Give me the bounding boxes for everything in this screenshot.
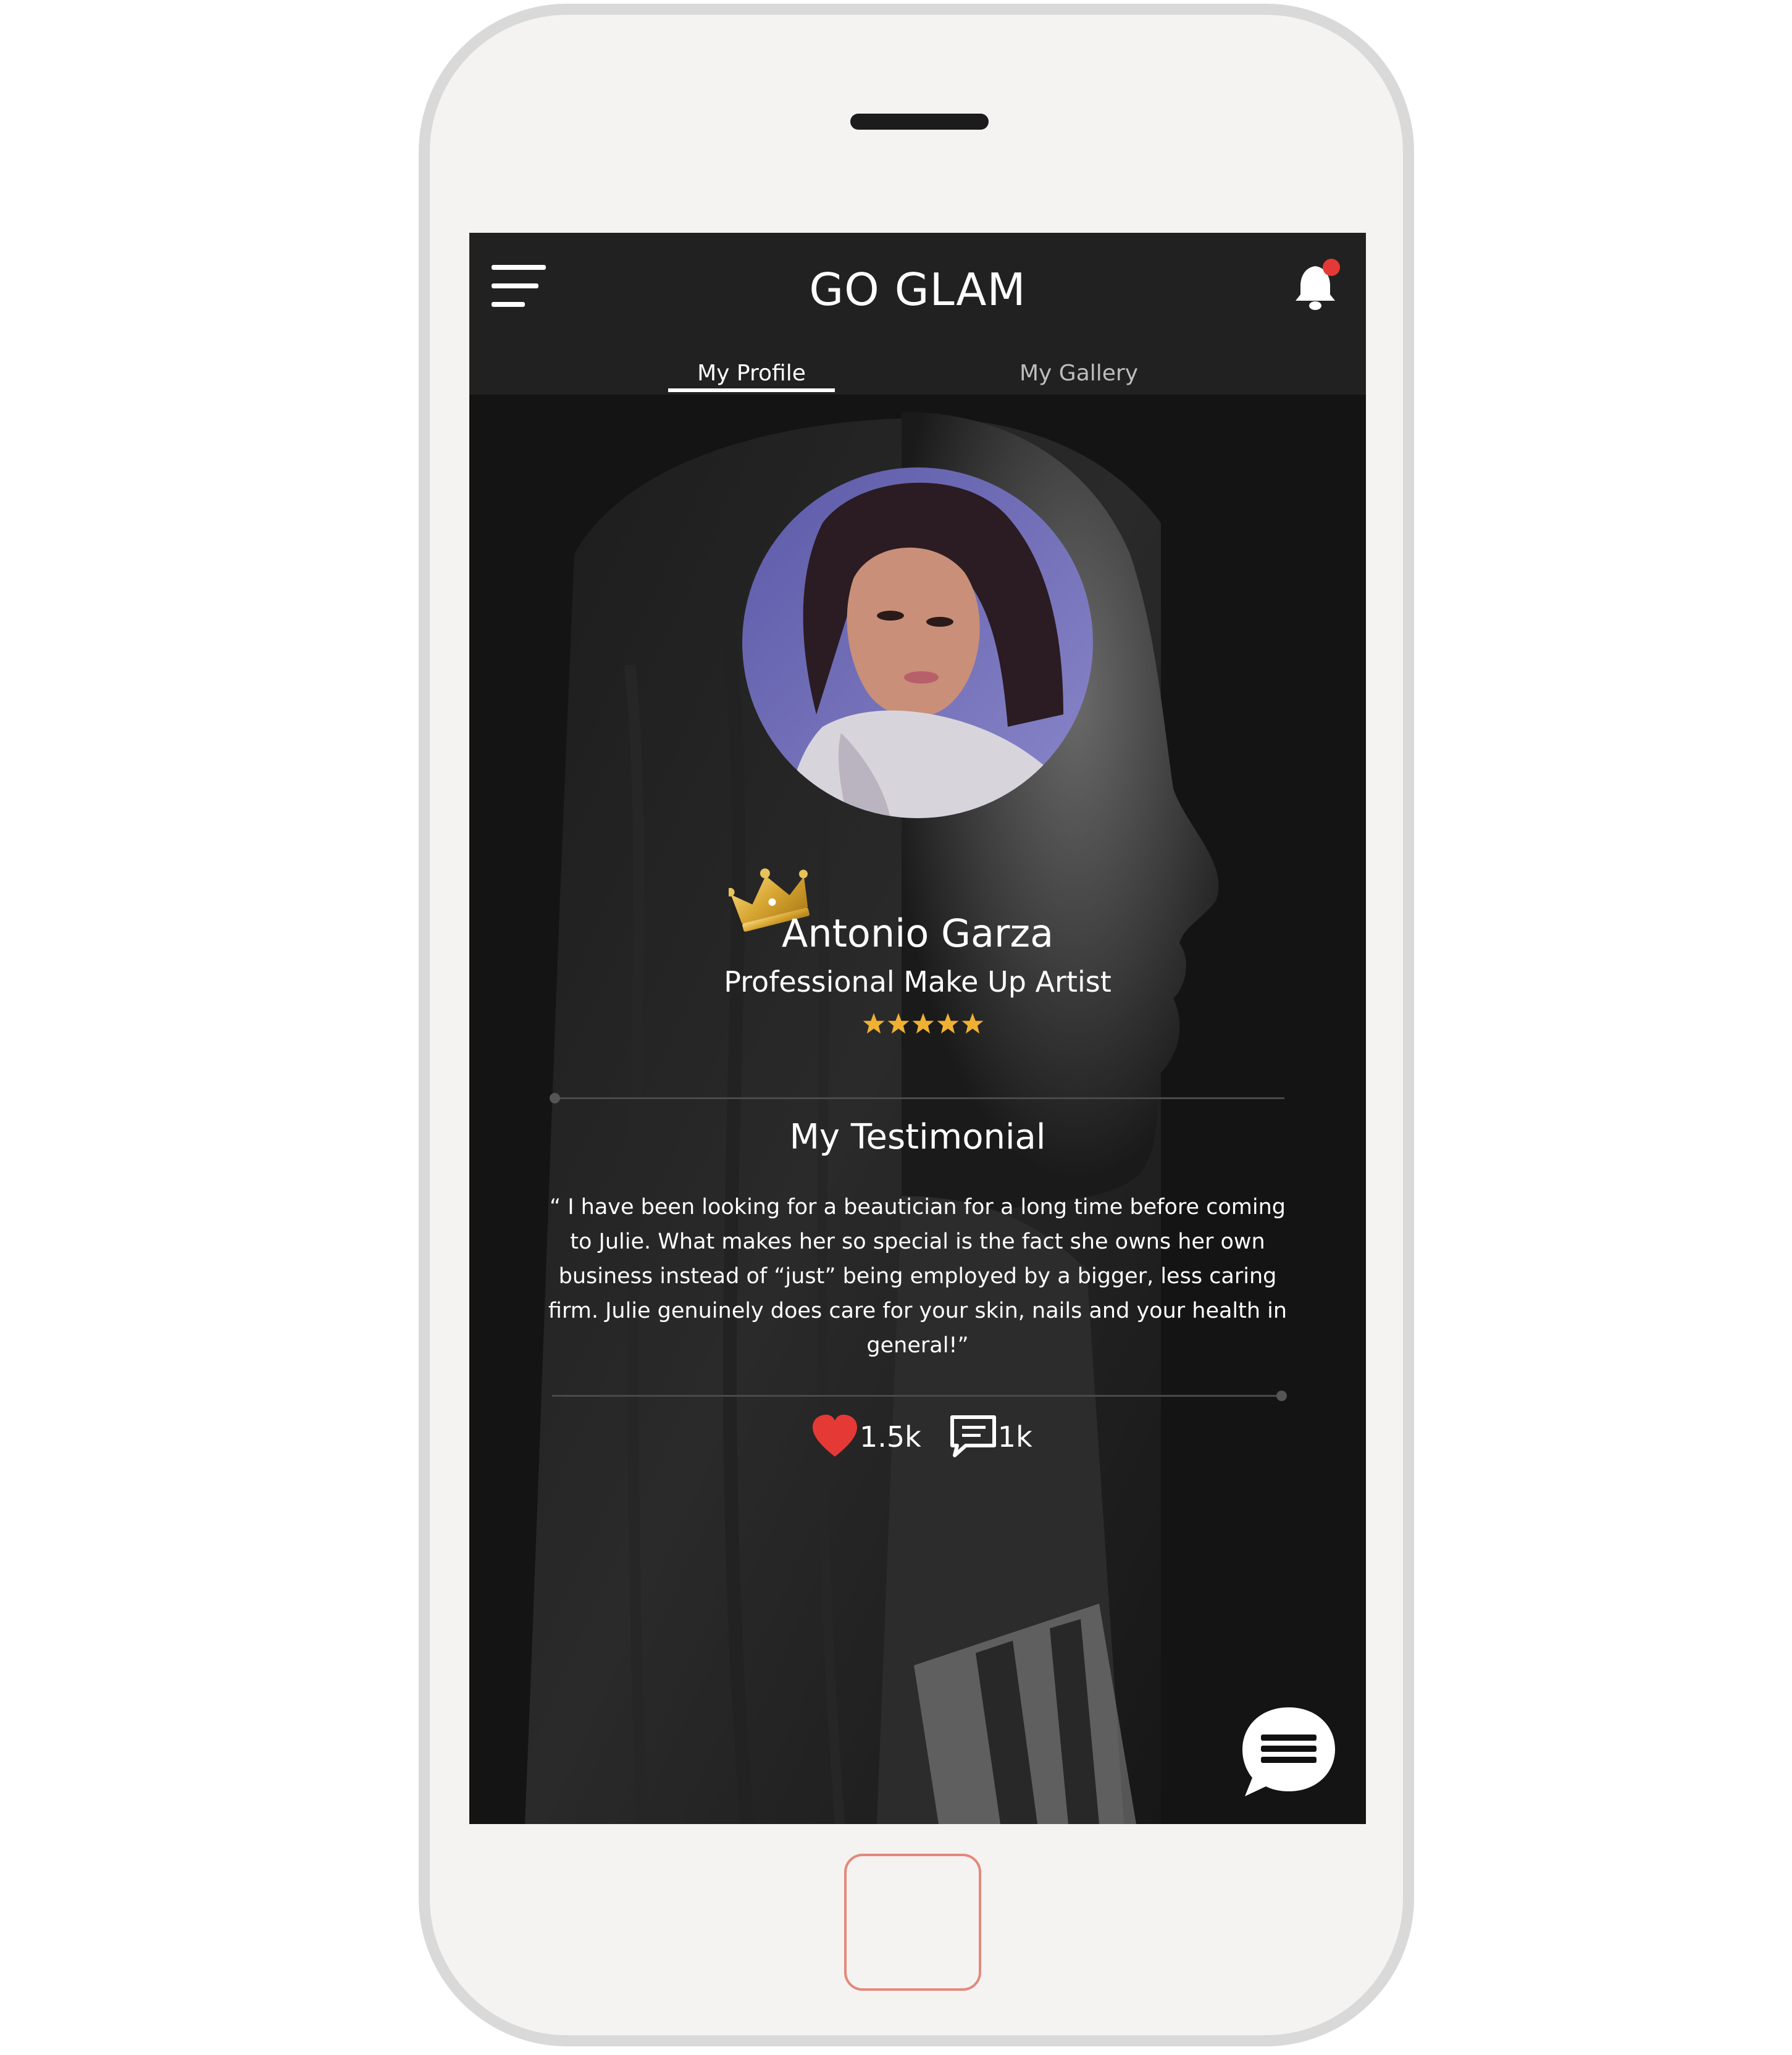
comments-button[interactable]: 1k [948,1413,1032,1460]
chat-icon[interactable] [1236,1702,1341,1807]
comments-count: 1k [997,1420,1032,1454]
profile-name: Antonio Garza [781,911,1054,956]
divider-top [550,1093,1284,1103]
star-icon [863,1013,885,1034]
star-icon [887,1013,910,1034]
star-icon [937,1013,959,1034]
comment-icon [950,1415,996,1457]
star-icon [912,1013,934,1034]
home-button[interactable] [844,1854,981,1991]
engagement-stats: 1.5k 1k [810,1412,1032,1462]
heart-icon [813,1415,857,1457]
tab-my-gallery[interactable]: My Gallery [989,355,1168,392]
divider-bottom [552,1391,1287,1401]
testimonial-title: My Testimonial [789,1117,1046,1157]
likes-button[interactable]: 1.5k [810,1413,921,1460]
app-screen: GO GLAM My Profile My Gallery Antonio Ga… [469,233,1366,1824]
rating-stars [862,1012,986,1039]
star-icon [961,1013,984,1034]
hamburger-menu-icon[interactable] [492,262,548,312]
likes-count: 1.5k [860,1420,921,1454]
bell-icon[interactable] [1291,257,1346,313]
app-title: GO GLAM [809,264,1026,316]
tab-my-profile[interactable]: My Profile [668,355,835,392]
active-tab-indicator [668,388,835,392]
profile-role: Professional Make Up Artist [724,965,1112,998]
avatar [742,467,1093,818]
testimonial-text: “ I have been looking for a beautician f… [548,1195,1287,1358]
phone-speaker [850,114,989,130]
stage: GO GLAM My Profile My Gallery Antonio Ga… [0,0,1792,2055]
